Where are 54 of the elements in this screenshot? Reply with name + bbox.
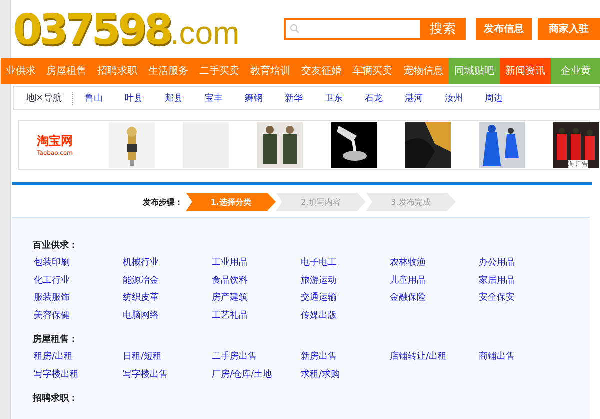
category-link[interactable]: 安全保安 [479,291,515,304]
category-link[interactable]: 二手房出售 [212,350,257,363]
category-title: 招聘求职： [33,394,78,404]
region-link[interactable]: 叶县 [125,92,165,104]
category-link[interactable]: 电子电工 [301,256,337,269]
region-link[interactable]: 鲁山 [85,92,125,104]
category-link[interactable]: 机械行业 [123,256,159,269]
category-link[interactable]: 家居用品 [479,274,515,286]
category-title: 百业供求： [33,241,78,251]
category-link[interactable]: 传媒出版 [301,308,337,322]
category-link[interactable]: 日租/短租 [123,350,162,363]
category-link[interactable]: 求租/求购 [301,368,340,380]
search-field[interactable] [284,18,420,40]
category-link[interactable]: 食品饮料 [212,274,248,286]
region-link[interactable]: 周边 [485,92,525,104]
step: 2.填写内容 [276,192,366,212]
step: 1.选择分类 [186,192,276,212]
category-link[interactable]: 农林牧渔 [390,256,426,269]
region-link[interactable]: 新华 [285,92,325,104]
region-link[interactable]: 石龙 [365,92,405,104]
category-link[interactable]: 租房/出租 [34,350,74,363]
category-link[interactable]: 纺织皮革 [123,291,159,304]
search-icon [290,24,300,34]
category-link[interactable]: 工业用品 [212,256,248,269]
category-link[interactable]: 金融保险 [390,291,426,304]
category-link[interactable]: 美容保健 [34,308,70,322]
region-link[interactable]: 汝州 [445,92,485,104]
category-link[interactable]: 办公用品 [479,256,515,269]
region-link[interactable]: 湛河 [405,92,445,104]
step: 3.发布完成 [366,192,456,212]
category-link[interactable]: 服装服饰 [34,291,70,304]
category-link[interactable]: 写字楼出售 [123,368,168,380]
category-link[interactable]: 商铺出售 [479,350,515,363]
category-link[interactable]: 交通运输 [301,291,337,304]
category-link[interactable]: 房产建筑 [212,291,248,304]
category-link[interactable]: 新房出售 [301,350,337,363]
category-link[interactable]: 儿童用品 [390,274,426,286]
category-link[interactable]: 包装印刷 [34,256,70,269]
category-link[interactable]: 电脑网络 [123,308,159,322]
category-link[interactable]: 店铺转让/出租 [390,350,448,363]
category-link[interactable]: 化工行业 [34,274,70,286]
image-placeholder [183,122,229,168]
region-link[interactable]: 宝丰 [205,92,245,104]
category-link[interactable]: 厂房/仓库/土地 [212,368,272,380]
steps-label: 发布步骤： [143,196,183,208]
region-title: 地区导航 [26,92,73,104]
category-link[interactable]: 旅游运动 [301,274,337,286]
region-link[interactable]: 舞钢 [245,92,285,104]
category-title: 房屋租售： [33,335,78,345]
region-link[interactable]: 卫东 [325,92,365,104]
region-link[interactable]: 郏县 [165,92,205,104]
category-link[interactable]: 工艺礼品 [212,308,248,322]
category-link[interactable]: 写字楼出租 [34,368,79,380]
category-link[interactable]: 能源冶金 [123,274,159,286]
